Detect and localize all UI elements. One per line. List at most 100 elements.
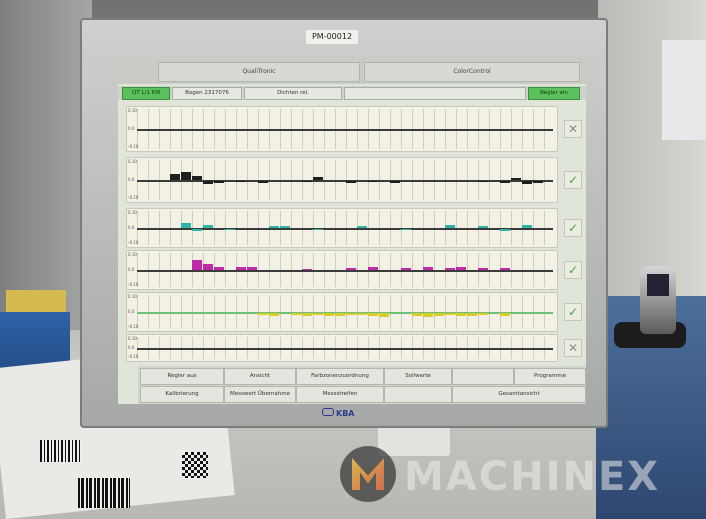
density-mark	[313, 313, 323, 315]
check-icon[interactable]: ✓	[564, 219, 582, 237]
density-mark	[478, 226, 488, 228]
tab-qualitronic[interactable]: QualiTronic	[158, 62, 360, 82]
density-mark	[313, 177, 323, 180]
brand-logo: KBA	[322, 408, 355, 418]
kalibrierung-button[interactable]: Kalibrierung	[140, 386, 224, 403]
ansicht-button[interactable]: Ansicht	[224, 368, 296, 385]
panel-scale-label: 0.0	[128, 309, 135, 314]
panel-scale-label: -0.10	[128, 240, 139, 245]
density-mark	[258, 313, 268, 315]
handheld-phone	[640, 266, 676, 334]
tab-bar: QualiTronic ColorControl	[118, 56, 586, 84]
density-mark	[302, 269, 312, 270]
density-panel: 0.10 0.0 -0.10	[126, 157, 558, 203]
gesamtansicht-button[interactable]: Gesamtansicht	[452, 386, 586, 403]
photo-scene: PM-00012 KBA QualiTronic ColorControl QT…	[0, 0, 706, 519]
density-mark	[368, 181, 378, 182]
density-panel: 0.10 0.0 -0.10	[126, 334, 558, 362]
panel-baseline	[137, 129, 553, 131]
panel-scale-label: 0.0	[128, 225, 135, 230]
tab-colorcontrol[interactable]: ColorControl	[364, 62, 580, 82]
panel-scale-label: 0.10	[128, 159, 137, 164]
density-mark	[423, 313, 433, 317]
farbzonen-button[interactable]: Farbzonenzuordnung	[296, 368, 384, 385]
density-mark	[368, 267, 378, 270]
check-icon[interactable]: ✓	[564, 261, 582, 279]
density-mark	[390, 181, 400, 183]
density-mark	[236, 267, 246, 270]
qr-code-icon	[182, 452, 208, 478]
panel-baseline	[137, 180, 553, 182]
check-icon[interactable]: ✓	[564, 171, 582, 189]
window	[662, 40, 706, 140]
panel-scale-label: 0.0	[128, 126, 135, 131]
density-mark	[181, 223, 191, 228]
messwert-button[interactable]: Messwert Übernahme	[224, 386, 296, 403]
density-mark	[368, 313, 378, 316]
density-mark	[434, 313, 444, 316]
sollwerte-button[interactable]: Sollwerte	[384, 368, 452, 385]
density-mark	[280, 226, 290, 228]
density-panel: 0.10 0.0 -0.10	[126, 250, 558, 290]
panel-scale-label: 0.0	[128, 267, 135, 272]
close-icon[interactable]: ✕	[564, 339, 582, 357]
density-mark	[269, 226, 279, 228]
brand-text: KBA	[336, 409, 355, 418]
messstreifen-button[interactable]: Messstreifen	[296, 386, 384, 403]
density-mark	[522, 225, 532, 228]
density-mark	[401, 229, 411, 230]
density-mark	[478, 181, 488, 182]
density-mark	[236, 181, 246, 182]
density-mark	[346, 268, 356, 270]
regler-aus-button[interactable]: Regler aus	[140, 368, 224, 385]
density-panel: 0.10 0.0 -0.10	[126, 292, 558, 332]
barcode-icon	[78, 478, 130, 508]
density-mark	[225, 229, 235, 230]
density-mark	[500, 229, 510, 231]
sheet-counter: Bogen 2317076	[172, 87, 242, 100]
programme-button[interactable]: Programme	[514, 368, 586, 385]
density-mark	[203, 264, 213, 270]
density-panel: 0.10 0.0 -0.10	[126, 106, 558, 152]
density-mark	[335, 313, 345, 316]
density-mark	[412, 313, 422, 316]
density-mark	[214, 267, 224, 270]
m-logo-icon	[352, 458, 384, 490]
controller-on-button[interactable]: Regler ein	[528, 87, 580, 100]
wall-left	[0, 0, 92, 330]
density-mark	[192, 229, 202, 231]
panel-baseline	[137, 270, 553, 272]
density-mark	[478, 268, 488, 270]
check-icon[interactable]: ✓	[564, 303, 582, 321]
panel-scale-label: -0.10	[128, 282, 139, 287]
blank-button[interactable]	[452, 368, 514, 385]
density-mark	[302, 181, 312, 182]
density-mark	[302, 313, 312, 316]
density-mark	[456, 267, 466, 270]
density-mark	[203, 225, 213, 228]
watermark-text: MACHINEX	[404, 454, 661, 500]
panel-scale-label: -0.10	[128, 195, 139, 200]
panel-scale-label: 0.0	[128, 345, 135, 350]
panel-scale-label: 0.10	[128, 252, 137, 257]
density-mark	[181, 172, 191, 180]
density-mark	[357, 226, 367, 228]
panel-scale-label: -0.10	[128, 144, 139, 149]
density-mark	[269, 313, 279, 316]
density-mark	[170, 174, 180, 180]
mode-selector[interactable]: Dichten rel.	[244, 87, 342, 100]
density-mark	[445, 225, 455, 228]
density-mark	[500, 313, 510, 316]
density-mark	[313, 229, 323, 230]
brand-icon	[322, 408, 334, 416]
density-panel: 0.10 0.0 -0.10	[126, 208, 558, 248]
close-icon[interactable]: ✕	[564, 120, 582, 138]
blank-button-2[interactable]	[384, 386, 452, 403]
panel-scale-label: -0.10	[128, 324, 139, 329]
watermark-logo-icon	[340, 446, 396, 502]
panel-scale-label: 0.10	[128, 336, 137, 341]
density-mark	[346, 313, 356, 315]
toolbar: QT L/1 KM Bogen 2317076 Dichten rel. Reg…	[118, 86, 586, 100]
density-mark	[423, 267, 433, 270]
density-mark	[379, 313, 389, 317]
